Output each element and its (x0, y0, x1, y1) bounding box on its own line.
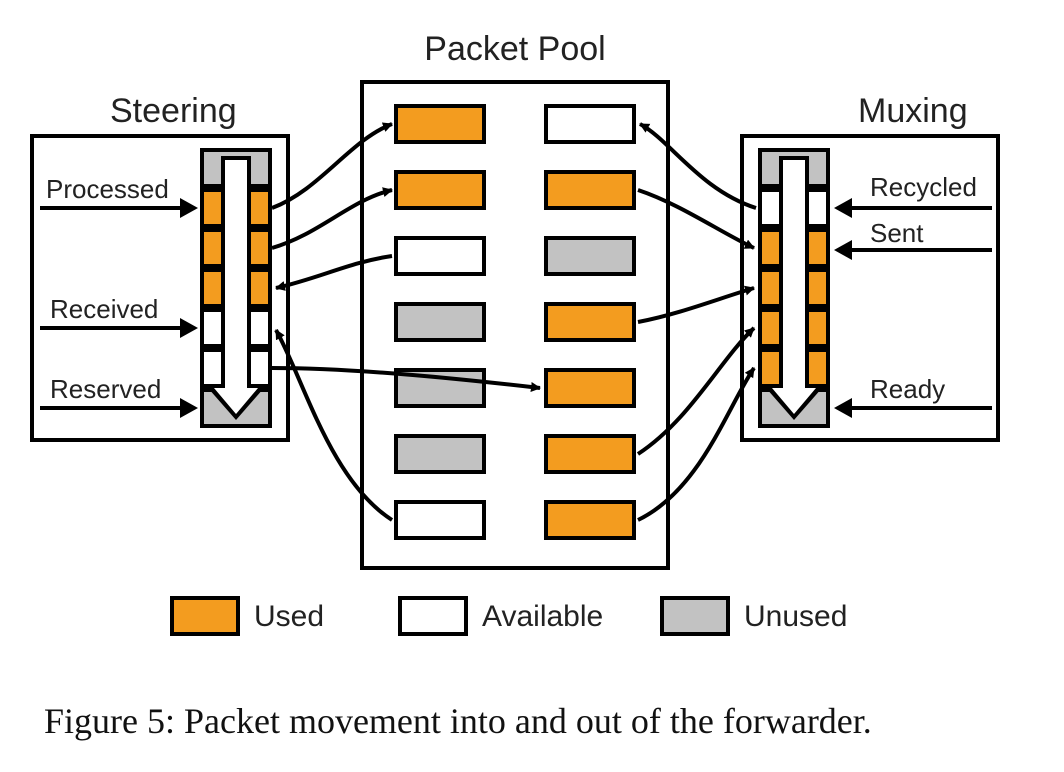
pool-right-5 (544, 368, 636, 408)
packet-pool-title: Packet Pool (360, 30, 670, 69)
legend-swatch-unused (660, 596, 730, 636)
pool-right-2 (544, 170, 636, 210)
muxing-arrow-cap (779, 156, 809, 166)
steering-arrow-shaft (221, 166, 251, 388)
muxing-label-recycled: Recycled (870, 172, 977, 203)
muxing-title: Muxing (858, 92, 968, 131)
steering-arrow-reserved-head (180, 398, 198, 418)
muxing-arrow-recycled-head (834, 198, 852, 218)
steering-label-processed: Processed (46, 174, 169, 205)
muxing-arrow-shaft (779, 166, 809, 388)
pool-right-1 (544, 104, 636, 144)
pool-right-7 (544, 500, 636, 540)
pool-right-6 (544, 434, 636, 474)
steering-label-reserved: Reserved (50, 374, 161, 405)
pool-left-3 (394, 236, 486, 276)
muxing-label-sent: Sent (870, 218, 924, 249)
figure-caption: Figure 5: Packet movement into and out o… (44, 700, 1024, 742)
legend-swatch-available (398, 596, 468, 636)
muxing-arrow-sent-head (834, 240, 852, 260)
pool-left-4 (394, 302, 486, 342)
steering-arrow-reserved-line (40, 406, 182, 410)
muxing-arrow-sent-line (850, 248, 992, 252)
muxing-arrow-head-inner (772, 388, 816, 414)
pool-left-5 (394, 368, 486, 408)
muxing-arrow-recycled-line (850, 206, 992, 210)
pool-left-6 (394, 434, 486, 474)
steering-arrow-processed-line (40, 206, 182, 210)
legend-label-used: Used (254, 600, 324, 634)
pool-left-7 (394, 500, 486, 540)
pool-left-2 (394, 170, 486, 210)
steering-arrow-processed-head (180, 198, 198, 218)
steering-arrow-received-line (40, 326, 182, 330)
pool-right-4 (544, 302, 636, 342)
legend-swatch-used (170, 596, 240, 636)
steering-arrow-cap (221, 156, 251, 166)
pool-right-3 (544, 236, 636, 276)
steering-arrow-received-head (180, 318, 198, 338)
legend-label-available: Available (482, 600, 603, 634)
steering-title: Steering (110, 92, 237, 131)
muxing-arrow-ready-line (850, 406, 992, 410)
steering-arrow-head-inner (214, 388, 258, 414)
pool-left-1 (394, 104, 486, 144)
steering-label-received: Received (50, 294, 158, 325)
legend-label-unused: Unused (744, 600, 847, 634)
muxing-arrow-ready-head (834, 398, 852, 418)
muxing-label-ready: Ready (870, 374, 945, 405)
